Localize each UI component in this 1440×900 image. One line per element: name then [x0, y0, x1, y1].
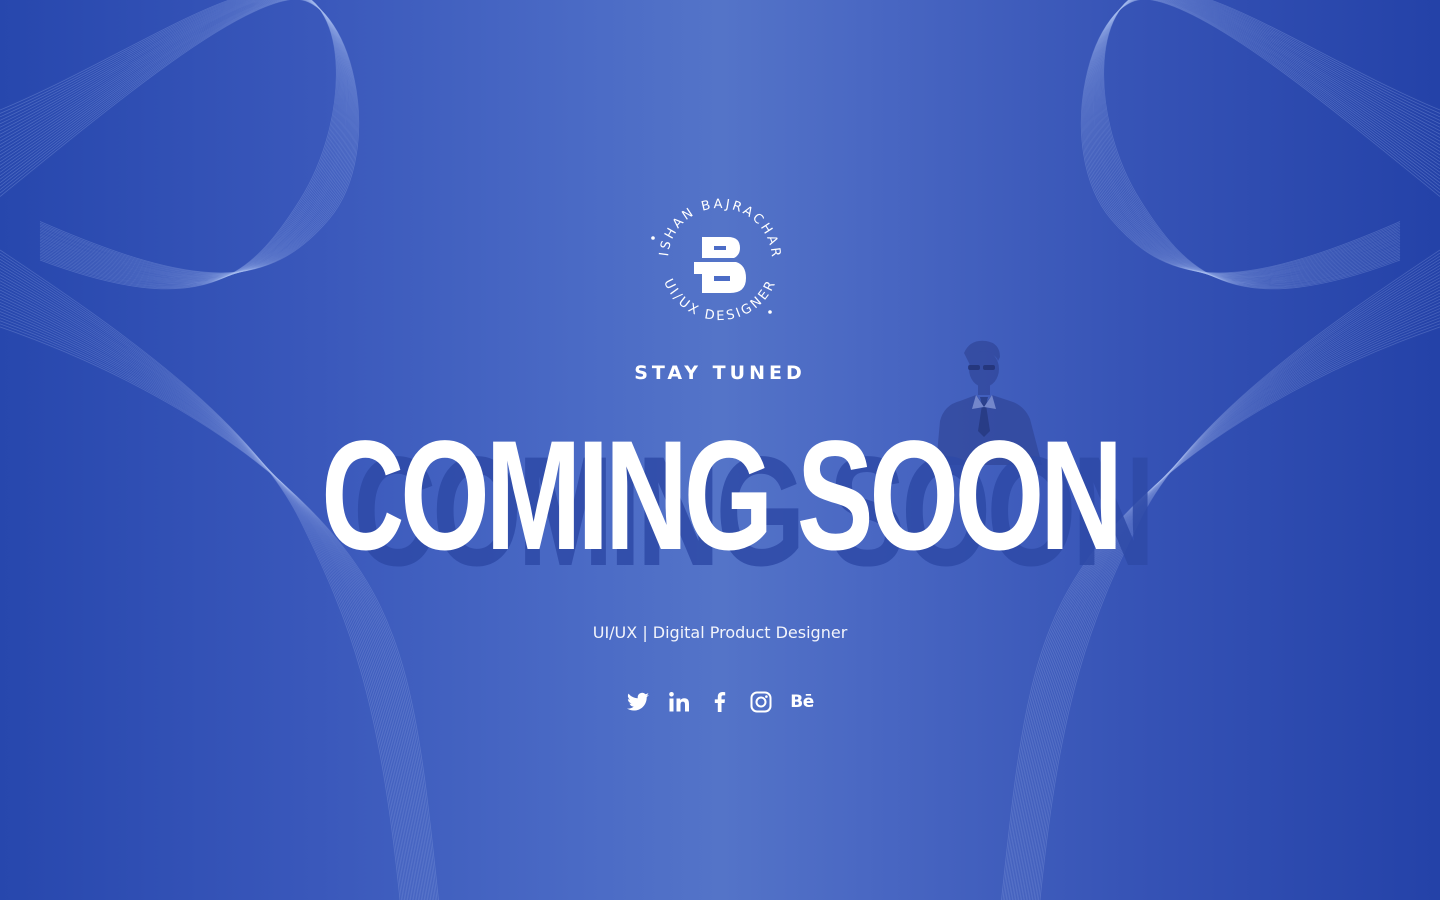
behance-icon: Bē	[790, 692, 814, 712]
tagline: STAY TUNED	[634, 362, 806, 384]
twitter-icon	[627, 692, 649, 711]
monogram-b-icon	[694, 237, 746, 293]
instagram-link[interactable]	[749, 690, 773, 714]
twitter-link[interactable]	[626, 690, 650, 714]
linkedin-icon	[669, 692, 689, 712]
brand-logo-badge: BRISHAN BAJRACHARYA UI/UX DESIGNER	[640, 180, 800, 340]
page-heading: COMING SOON	[321, 409, 1123, 583]
heading-group: COMING SOON COMING SOON	[0, 409, 1440, 590]
social-links: Bē	[0, 690, 1440, 714]
instagram-icon	[750, 691, 772, 713]
linkedin-link[interactable]	[667, 690, 691, 714]
facebook-icon	[714, 692, 726, 712]
behance-link[interactable]: Bē	[790, 690, 814, 714]
facebook-link[interactable]	[708, 690, 732, 714]
subtitle: UI/UX | Digital Product Designer	[592, 623, 848, 642]
